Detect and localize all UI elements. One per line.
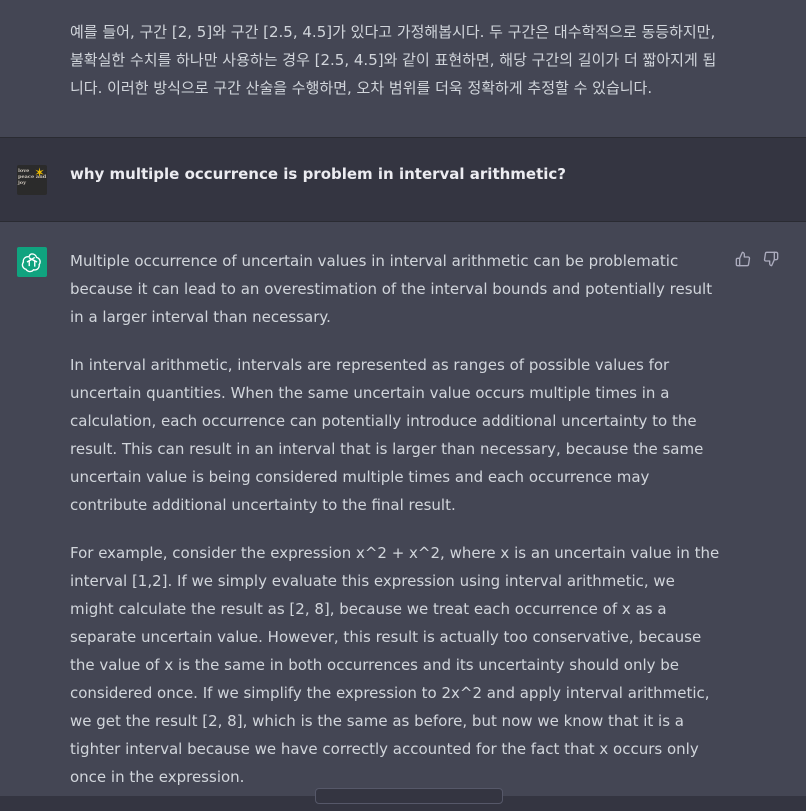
previous-response-text: 예를 들어, 구간 [2, 5]와 구간 [2.5, 4.5]가 있다고 가정해… bbox=[70, 23, 717, 97]
assistant-message-text: Multiple occurrence of uncertain values … bbox=[70, 247, 722, 811]
regenerate-button[interactable] bbox=[315, 788, 503, 804]
assistant-paragraph: For example, consider the expression x^2… bbox=[70, 544, 720, 786]
thumbs-up-icon[interactable] bbox=[734, 250, 752, 268]
thumbs-down-icon[interactable] bbox=[762, 250, 780, 268]
user-avatar: love peace and joy ✶ bbox=[17, 165, 47, 195]
assistant-paragraph: Multiple occurrence of uncertain values … bbox=[70, 252, 713, 326]
assistant-paragraph: In interval arithmetic, intervals are re… bbox=[70, 356, 704, 514]
previous-assistant-message: 예를 들어, 구간 [2, 5]와 구간 [2.5, 4.5]가 있다고 가정해… bbox=[0, 0, 806, 137]
openai-logo-icon bbox=[17, 247, 47, 277]
sparkle-icon: ✶ bbox=[34, 166, 45, 181]
user-message-text: why multiple occurrence is problem in in… bbox=[70, 165, 566, 183]
